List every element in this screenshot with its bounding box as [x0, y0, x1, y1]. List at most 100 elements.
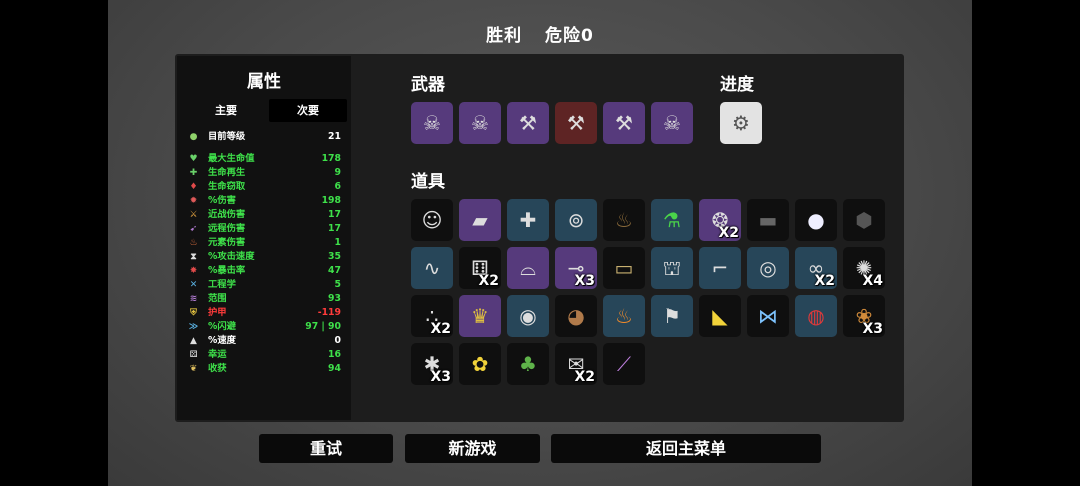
item-slot[interactable]: ⋈	[747, 295, 789, 337]
item-slot[interactable]: ⟋	[603, 343, 645, 385]
level-icon: ●	[189, 132, 198, 142]
weapon-slot[interactable]: ☠	[651, 102, 693, 144]
item-slot[interactable]: ◎	[747, 247, 789, 289]
item-slot[interactable]: ∿	[411, 247, 453, 289]
stats-title: 属性	[247, 72, 281, 92]
stat-value: 1	[334, 237, 341, 248]
run-result-header: 胜利 危险0	[108, 21, 972, 46]
item-slot[interactable]: ♛	[459, 295, 501, 337]
stat-value: 97 | 90	[305, 321, 341, 332]
item-slot[interactable]: ◉	[507, 295, 549, 337]
stat-label: %暴击率	[208, 265, 246, 276]
item-slot[interactable]: ♨	[603, 295, 645, 337]
item-slot[interactable]: ♨	[603, 199, 645, 241]
item-slot[interactable]: ◕	[555, 295, 597, 337]
snowball-icon: ●	[807, 208, 825, 232]
weapon-slot[interactable]: ⚒	[507, 102, 549, 144]
duck-icon: ◣	[712, 304, 728, 328]
item-slot[interactable]: ☺	[411, 199, 453, 241]
crown-trap-icon: ⚙	[732, 111, 750, 135]
item-slot[interactable]: ✉ X2	[555, 343, 597, 385]
retry-button[interactable]: 重试	[259, 434, 393, 463]
progress-slot[interactable]: ⚙	[720, 102, 762, 144]
butterfly-icon: ⋈	[758, 304, 778, 328]
tab-primary[interactable]: 主要	[187, 99, 265, 122]
syringe-icon: ⟋	[617, 352, 631, 376]
item-slot[interactable]: ⚅ X2	[459, 247, 501, 289]
stat-row: ♨ 元素伤害 1	[177, 236, 351, 250]
item-slot[interactable]: ⌐	[699, 247, 741, 289]
new-game-button[interactable]: 新游戏	[405, 434, 540, 463]
stat-value: 35	[328, 251, 341, 262]
item-slot[interactable]: ⊸ X3	[555, 247, 597, 289]
item-slot[interactable]: ✿	[459, 343, 501, 385]
item-slot[interactable]: ⚑	[651, 295, 693, 337]
stat-value: 93	[328, 293, 341, 304]
weapon-slot[interactable]: ☠	[459, 102, 501, 144]
stat-value: 9	[334, 167, 341, 178]
item-slot[interactable]: ✚	[507, 199, 549, 241]
item-slot[interactable]: ▭	[603, 247, 645, 289]
potion-icon: ⚗	[663, 208, 681, 232]
item-count: X2	[718, 225, 739, 241]
item-slot[interactable]: ▬	[747, 199, 789, 241]
stat-row: ♦ 生命窃取 6	[177, 180, 351, 194]
item-count: X3	[574, 273, 595, 289]
armor-icon: ⛨	[190, 308, 197, 318]
item-slot[interactable]: ∴ X2	[411, 295, 453, 337]
stat-row: ⚔ 近战伤害 17	[177, 208, 351, 222]
binoculars-icon: ⊚	[567, 208, 585, 232]
stat-label: 近战伤害	[208, 209, 246, 220]
stat-label: 范围	[208, 293, 227, 304]
ranged-icon: ➹	[189, 224, 198, 234]
item-slot[interactable]: ✱ X3	[411, 343, 453, 385]
stat-row: ✸ %暴击率 47	[177, 264, 351, 278]
stat-label: 远程伤害	[208, 223, 246, 234]
weapon-slot[interactable]: ☠	[411, 102, 453, 144]
damage-icon: ✹	[189, 196, 198, 206]
item-count: X3	[862, 321, 883, 337]
item-slot[interactable]: ✺ X4	[843, 247, 885, 289]
poop-icon: ♨	[615, 208, 633, 232]
item-count: X3	[430, 369, 451, 385]
stat-label: 目前等级	[208, 131, 246, 142]
progress-title: 进度	[720, 75, 754, 95]
weapon-slot[interactable]: ⚒	[555, 102, 597, 144]
rock-icon: ⬢	[855, 208, 873, 232]
item-slot[interactable]: ∞ X2	[795, 247, 837, 289]
weapons-title: 武器	[411, 75, 445, 95]
stat-label: 收获	[208, 363, 227, 374]
stat-label: 护甲	[208, 307, 227, 318]
danger-label: 危险0	[545, 26, 594, 46]
stat-value: 5	[334, 279, 341, 290]
main-menu-button[interactable]: 返回主菜单	[551, 434, 821, 463]
item-slot[interactable]: ◣	[699, 295, 741, 337]
item-slot[interactable]: ⚗	[651, 199, 693, 241]
item-slot[interactable]: ⛫	[651, 247, 693, 289]
item-slot[interactable]: ♣	[507, 343, 549, 385]
stat-value: 16	[328, 349, 341, 360]
item-slot[interactable]: ❀ X3	[843, 295, 885, 337]
stats-tabs: 主要 次要	[187, 99, 347, 122]
stat-row: ≫ %闪避 97 | 90	[177, 320, 351, 334]
attack-speed-icon: ⧗	[190, 252, 197, 262]
stat-label: %攻击速度	[208, 251, 255, 262]
item-slot[interactable]: ●	[795, 199, 837, 241]
item-slot[interactable]: ⌓	[507, 247, 549, 289]
bee-icon: ✿	[471, 352, 489, 376]
item-slot[interactable]: ❂ X2	[699, 199, 741, 241]
stat-label: 工程学	[208, 279, 236, 290]
weapon-slot[interactable]: ⚒	[603, 102, 645, 144]
item-slot[interactable]: ⬢	[843, 199, 885, 241]
tab-secondary[interactable]: 次要	[269, 99, 347, 122]
worm-icon: ∿	[423, 256, 441, 280]
stat-label: %伤害	[208, 195, 236, 206]
crit-icon: ✸	[189, 266, 198, 276]
item-slot[interactable]: ⊚	[555, 199, 597, 241]
crown-icon: ♛	[471, 304, 489, 328]
melee-icon: ⚔	[189, 210, 198, 220]
stat-value: 17	[328, 209, 341, 220]
stat-row: ✕ 工程学 5	[177, 278, 351, 292]
item-slot[interactable]: ◍	[795, 295, 837, 337]
item-slot[interactable]: ▰	[459, 199, 501, 241]
